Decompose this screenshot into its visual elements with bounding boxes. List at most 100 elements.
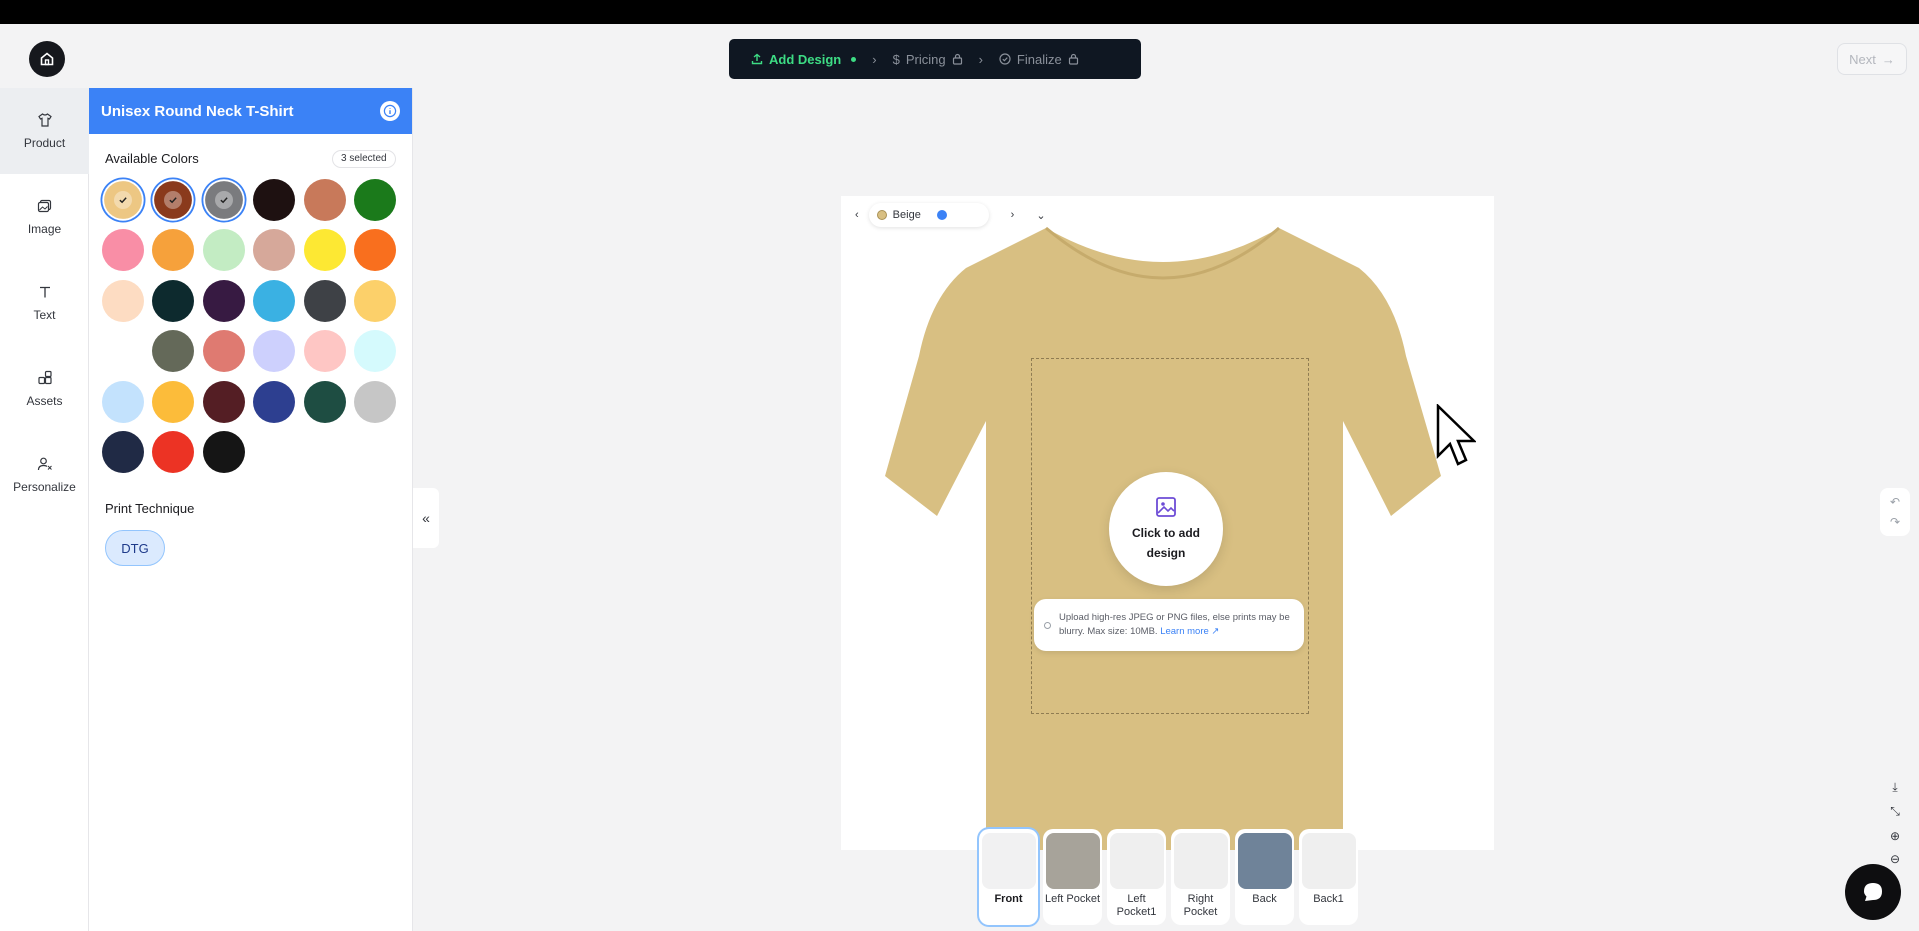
check-icon: [114, 191, 132, 209]
step-finalize[interactable]: Finalize: [999, 52, 1079, 67]
assets-icon: [37, 370, 52, 385]
chevron-right-icon: ›: [978, 51, 983, 67]
learn-more-link[interactable]: Learn more ↗: [1160, 626, 1219, 637]
home-icon: [40, 52, 54, 66]
view-thumbnail[interactable]: Front: [979, 829, 1038, 925]
personalize-icon: [37, 457, 52, 471]
color-swatch[interactable]: [202, 330, 245, 373]
chevron-left-icon[interactable]: ‹: [855, 209, 859, 221]
nav-label: Product: [23, 136, 66, 150]
upload-icon: [751, 53, 763, 65]
color-swatch[interactable]: [152, 229, 195, 272]
chevron-down-icon[interactable]: ⌄: [1036, 209, 1045, 222]
color-swatch[interactable]: [202, 279, 245, 322]
next-button[interactable]: Next →: [1837, 43, 1907, 75]
color-swatch[interactable]: [102, 279, 144, 322]
home-button[interactable]: [29, 41, 65, 77]
product-title: Unisex Round Neck T-Shirt: [101, 102, 294, 120]
nav-label: Image: [27, 222, 62, 236]
color-swatch[interactable]: [253, 330, 296, 373]
color-dot: [876, 210, 887, 220]
color-swatch[interactable]: [152, 330, 195, 373]
active-indicator: [851, 56, 857, 62]
color-swatch[interactable]: [353, 179, 396, 221]
nav-item-assets[interactable]: Assets: [0, 346, 89, 432]
step-add-design[interactable]: Add Design: [751, 51, 857, 67]
info-dot-icon: [1044, 621, 1051, 629]
view-label: Back1: [1313, 893, 1344, 905]
color-swatch[interactable]: [303, 179, 346, 221]
zoom-in-icon[interactable]: ⊕: [1890, 829, 1900, 843]
color-swatch[interactable]: [202, 229, 245, 272]
color-swatch[interactable]: [303, 279, 346, 322]
add-design-button[interactable]: Click to add design: [1109, 472, 1223, 586]
color-swatch[interactable]: [202, 380, 245, 423]
chevron-right-icon[interactable]: ›: [1011, 209, 1015, 221]
view-thumbnail[interactable]: Left Pocket1: [1107, 829, 1166, 925]
color-swatch[interactable]: [152, 380, 195, 423]
color-swatch[interactable]: [102, 380, 144, 423]
nav-item-image[interactable]: Image: [0, 174, 89, 260]
print-technique-title: Print Technique: [105, 501, 195, 516]
color-swatch[interactable]: [253, 229, 296, 272]
color-swatch[interactable]: [202, 430, 245, 473]
progress-stepper: Add Design › $ Pricing › Finalize: [729, 39, 1141, 79]
color-name: Beige: [892, 209, 921, 221]
view-thumb-image: [1237, 833, 1292, 889]
add-design-label: Click to add design: [1131, 526, 1200, 560]
view-thumbnail[interactable]: Right Pocket: [1171, 829, 1230, 925]
color-swatch[interactable]: [353, 279, 396, 322]
color-swatch[interactable]: [152, 430, 195, 473]
chat-button[interactable]: [1845, 864, 1901, 920]
color-swatch[interactable]: [102, 330, 144, 373]
fit-screen-icon[interactable]: ⤡: [1890, 804, 1900, 819]
nav-item-product[interactable]: Product: [0, 88, 89, 174]
view-thumbnail[interactable]: Back1: [1299, 829, 1358, 925]
chat-icon: [1864, 883, 1882, 901]
color-swatch[interactable]: [204, 181, 243, 219]
color-swatch[interactable]: [253, 279, 296, 322]
view-thumbnail[interactable]: Left Pocket: [1043, 829, 1102, 925]
undo-icon[interactable]: ↶: [1890, 495, 1900, 509]
collapse-panel-button[interactable]: «: [413, 488, 439, 548]
download-icon[interactable]: ⤓: [1892, 780, 1897, 795]
color-swatch[interactable]: [353, 229, 396, 272]
design-canvas: ‹ Beige › ⌄ Click to add design Upload h…: [841, 196, 1494, 850]
color-swatch[interactable]: [102, 229, 144, 272]
info-icon[interactable]: [380, 101, 400, 121]
color-swatch[interactable]: [353, 330, 396, 373]
color-swatch[interactable]: [303, 330, 346, 373]
color-swatch[interactable]: [104, 181, 142, 219]
text-icon: [39, 286, 50, 298]
color-swatch[interactable]: [154, 181, 193, 219]
nav-label: Text: [33, 308, 56, 322]
color-dropdown[interactable]: Beige: [868, 203, 989, 227]
next-label: Next: [1849, 51, 1876, 67]
color-swatch[interactable]: [253, 380, 296, 423]
lock-icon: [952, 53, 962, 65]
header: Add Design › $ Pricing › Finalize Next →: [0, 24, 1919, 88]
color-swatch[interactable]: [102, 430, 144, 473]
color-swatch[interactable]: [253, 179, 296, 221]
step-label: Add Design: [769, 51, 842, 67]
mouse-cursor: [1436, 404, 1476, 466]
step-pricing[interactable]: $ Pricing: [893, 52, 963, 67]
check-circle-icon: [999, 53, 1011, 65]
step-label: Finalize: [1016, 51, 1062, 67]
print-technique-option[interactable]: DTG: [105, 530, 165, 566]
view-label: Back: [1252, 893, 1277, 905]
zoom-out-icon[interactable]: ⊖: [1890, 852, 1900, 866]
color-swatch[interactable]: [152, 279, 195, 322]
color-swatch[interactable]: [303, 229, 346, 272]
view-label: Left Pocket: [1044, 893, 1101, 905]
nav-item-personalize[interactable]: Personalize: [0, 432, 89, 518]
redo-icon[interactable]: ↷: [1890, 515, 1900, 529]
color-swatch[interactable]: [303, 380, 346, 423]
view-thumbnail[interactable]: Back: [1235, 829, 1294, 925]
chevron-right-icon: ›: [872, 51, 877, 67]
view-thumb-image: [1109, 833, 1164, 889]
view-selector: Front Left Pocket Left Pocket1 Right Pocket…: [979, 829, 1358, 925]
color-swatch[interactable]: [353, 380, 396, 423]
arrow-right-icon: →: [1881, 51, 1895, 67]
nav-item-text[interactable]: Text: [0, 260, 89, 346]
